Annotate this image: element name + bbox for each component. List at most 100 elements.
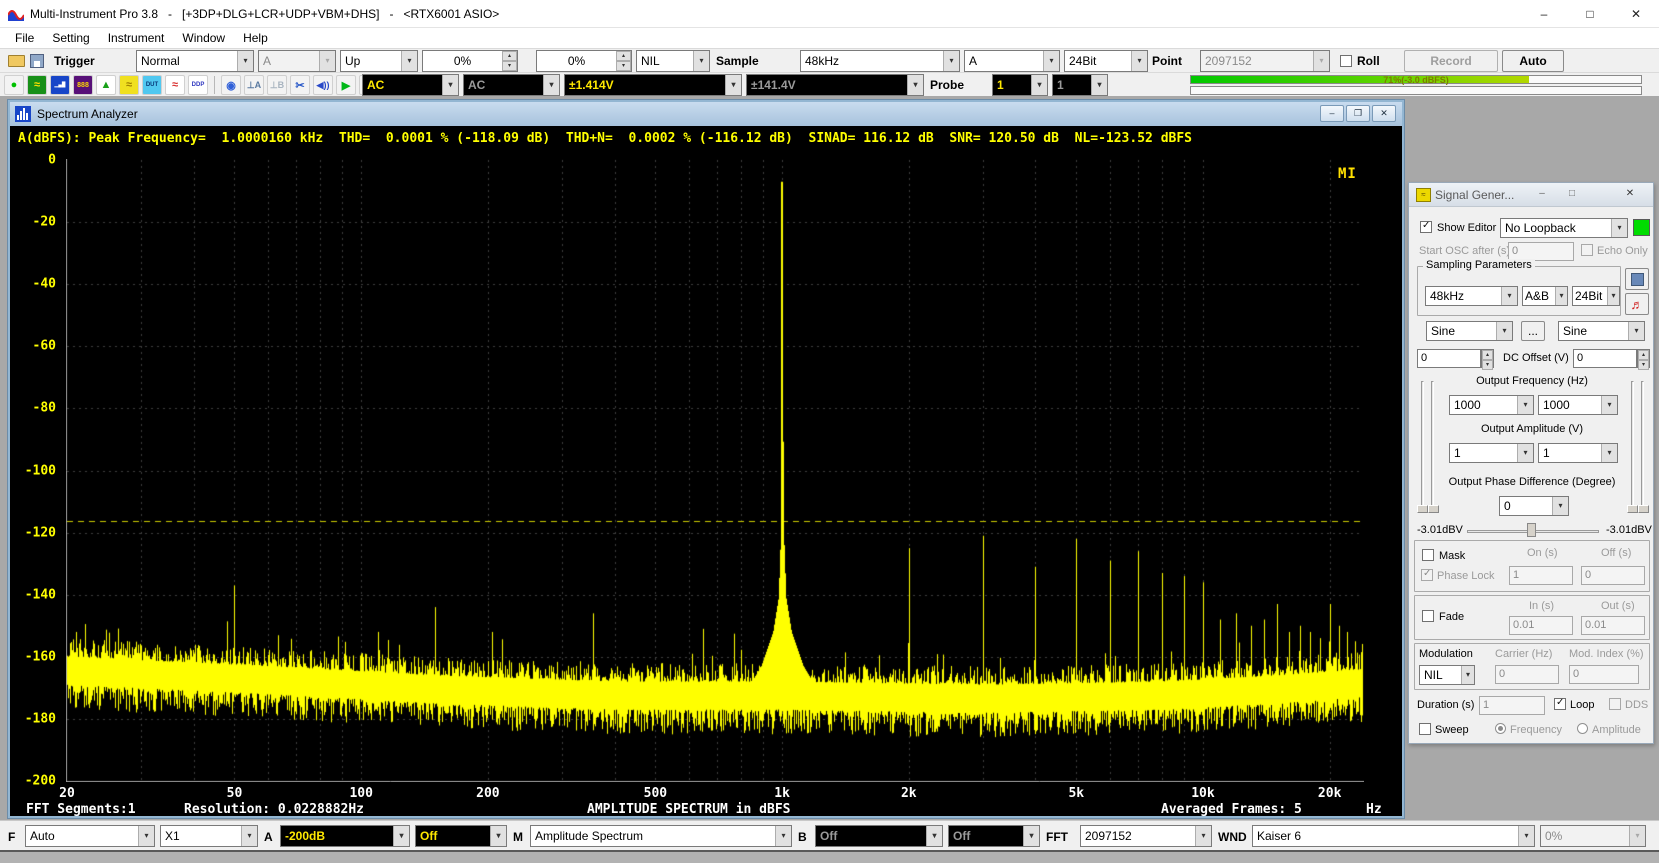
spin-down-icon: ▾: [1482, 360, 1493, 370]
signal-generator-icon[interactable]: ≈: [119, 75, 139, 95]
data-logger-icon[interactable]: ≈: [165, 75, 185, 95]
minimize-button[interactable]: –: [1521, 0, 1567, 28]
amplitude-b-combo[interactable]: 1▾: [1538, 443, 1618, 463]
show-editor-checkbox[interactable]: [1420, 221, 1432, 233]
spectrum-analyzer-icon[interactable]: ▁▄█: [50, 75, 70, 95]
fft-size-combo[interactable]: 2097152▾: [1080, 825, 1212, 847]
frequency-b-combo[interactable]: 1000▾: [1538, 395, 1618, 415]
range-a-display-combo[interactable]: -200dB▾: [280, 825, 410, 847]
spectrum-mode-combo[interactable]: Amplitude Spectrum▾: [530, 825, 792, 847]
siggen-save-icon[interactable]: [1625, 268, 1649, 290]
waveform-editor-button[interactable]: ...: [1521, 321, 1545, 341]
zoom-combo[interactable]: X1▾: [160, 825, 258, 847]
reference-a-icon[interactable]: ⊥A: [244, 75, 264, 95]
siggen-bits-combo[interactable]: 24Bit▾: [1572, 286, 1620, 306]
menu-help[interactable]: Help: [234, 31, 277, 45]
sampling-bits-combo[interactable]: 24Bit▾: [1064, 50, 1148, 72]
spectrum-minimize-button[interactable]: –: [1320, 105, 1344, 122]
trigger-mode-combo[interactable]: Normal▾: [136, 50, 254, 72]
roll-checkbox[interactable]: [1340, 55, 1352, 67]
loop-checkbox[interactable]: [1554, 698, 1566, 710]
dc-offset-a-input[interactable]: 0: [1417, 349, 1481, 368]
level-slider-a-left[interactable]: [1421, 381, 1424, 513]
sweep-amplitude-radio: [1577, 723, 1588, 734]
reference-b-icon[interactable]: ⊥B: [267, 75, 287, 95]
spectrum-analyzer-window-icon: [15, 106, 31, 122]
range-a-combo[interactable]: ±1.414V▾: [564, 74, 742, 96]
spinner-arrows[interactable]: ▴▾: [502, 51, 517, 71]
x-tick-label: 1k: [774, 786, 790, 801]
chevron-down-icon: ▾: [1607, 287, 1619, 305]
calibration-icon[interactable]: ✂: [290, 75, 310, 95]
spectrum-restore-button[interactable]: ❐: [1346, 105, 1370, 122]
siggen-rate-combo[interactable]: 48kHz▾: [1425, 286, 1518, 306]
menu-window[interactable]: Window: [173, 31, 234, 45]
trigger-level-spinner[interactable]: 0%▴▾: [422, 50, 518, 72]
play-icon[interactable]: ▶: [336, 75, 356, 95]
ddp-viewer-icon[interactable]: DDP: [188, 75, 208, 95]
level-slider-b-right[interactable]: [1641, 381, 1644, 513]
fade-checkbox[interactable]: [1422, 610, 1434, 622]
spectrum-close-button[interactable]: ✕: [1372, 105, 1396, 122]
chevron-down-icon: ▾: [693, 51, 709, 71]
chevron-down-icon: ▾: [1611, 219, 1627, 237]
dc-b-spinner[interactable]: ▴▾: [1637, 349, 1650, 368]
level-slider-b-left[interactable]: [1631, 381, 1634, 513]
probe-a-combo[interactable]: 1▾: [992, 74, 1048, 96]
chevron-down-icon: ▾: [241, 826, 257, 846]
phase-combo[interactable]: 0▾: [1499, 496, 1569, 516]
volume-icon[interactable]: ◀)): [313, 75, 333, 95]
amplitude-a-combo[interactable]: 1▾: [1449, 443, 1534, 463]
level-slider-a-right[interactable]: [1431, 381, 1434, 513]
maximize-button[interactable]: □: [1567, 0, 1613, 28]
persistence-a-combo[interactable]: Off▾: [415, 825, 507, 847]
mask-checkbox[interactable]: [1422, 549, 1434, 561]
multimeter-icon[interactable]: 888: [73, 75, 93, 95]
slider-handle[interactable]: [1638, 505, 1649, 513]
menu-setting[interactable]: Setting: [43, 31, 98, 45]
siggen-run-button[interactable]: [1633, 219, 1650, 236]
spectrum-3d-icon[interactable]: ▲: [96, 75, 116, 95]
siggen-notes-icon[interactable]: ♬: [1625, 293, 1649, 315]
sampling-channel-combo[interactable]: A▾: [964, 50, 1060, 72]
sampling-rate-combo[interactable]: 48kHz▾: [800, 50, 960, 72]
title-bar[interactable]: Multi-Instrument Pro 3.8 - [+3DP+DLG+LCR…: [0, 0, 1659, 28]
slider-handle[interactable]: [1627, 505, 1638, 513]
auto-button[interactable]: Auto: [1502, 50, 1564, 72]
chevron-down-icon: ▾: [1517, 444, 1533, 462]
siggen-maximize-button[interactable]: □: [1561, 187, 1583, 203]
siggen-minimize-button[interactable]: –: [1531, 187, 1553, 203]
slider-handle[interactable]: [1417, 505, 1428, 513]
trigger-delay-spinner[interactable]: 0%▴▾: [536, 50, 632, 72]
sweep-checkbox[interactable]: [1419, 723, 1431, 735]
coupling-a-combo[interactable]: AC▾: [362, 74, 459, 96]
freq-axis-combo[interactable]: Auto▾: [25, 825, 155, 847]
sound-device-icon[interactable]: ◉: [221, 75, 241, 95]
spectrum-title-bar[interactable]: Spectrum Analyzer – ❐ ✕: [10, 102, 1402, 126]
dc-offset-b-input[interactable]: 0: [1573, 349, 1637, 368]
oscilloscope-icon[interactable]: ≈: [27, 75, 47, 95]
slider-handle[interactable]: [1428, 505, 1439, 513]
device-test-plan-icon[interactable]: DUT: [142, 75, 162, 95]
modulation-combo[interactable]: NIL▾: [1419, 665, 1475, 685]
trigger-edge-combo[interactable]: Up▾: [340, 50, 418, 72]
loopback-combo[interactable]: No Loopback▾: [1500, 218, 1628, 238]
frequency-a-combo[interactable]: 1000▾: [1449, 395, 1534, 415]
window-function-combo[interactable]: Kaiser 6▾: [1252, 825, 1535, 847]
open-icon[interactable]: [8, 55, 25, 67]
waveform-a-combo[interactable]: Sine▾: [1426, 321, 1513, 341]
spectrum-canvas[interactable]: [66, 159, 1364, 782]
menu-file[interactable]: File: [6, 31, 43, 45]
siggen-close-button[interactable]: ✕: [1619, 187, 1641, 203]
spinner-arrows[interactable]: ▴▾: [616, 51, 631, 71]
balance-slider-handle[interactable]: [1527, 523, 1536, 537]
waveform-b-combo[interactable]: Sine▾: [1558, 321, 1645, 341]
trigger-reject-combo[interactable]: NIL▾: [636, 50, 710, 72]
siggen-channels-combo[interactable]: A&B▾: [1522, 286, 1568, 306]
siggen-title-bar[interactable]: ≈ Signal Gener... – □ ✕: [1409, 183, 1653, 207]
dc-a-spinner[interactable]: ▴▾: [1481, 349, 1494, 368]
run-icon[interactable]: ●: [4, 75, 24, 95]
menu-instrument[interactable]: Instrument: [99, 31, 174, 45]
save-icon[interactable]: [30, 54, 44, 68]
close-button[interactable]: ✕: [1613, 0, 1659, 28]
